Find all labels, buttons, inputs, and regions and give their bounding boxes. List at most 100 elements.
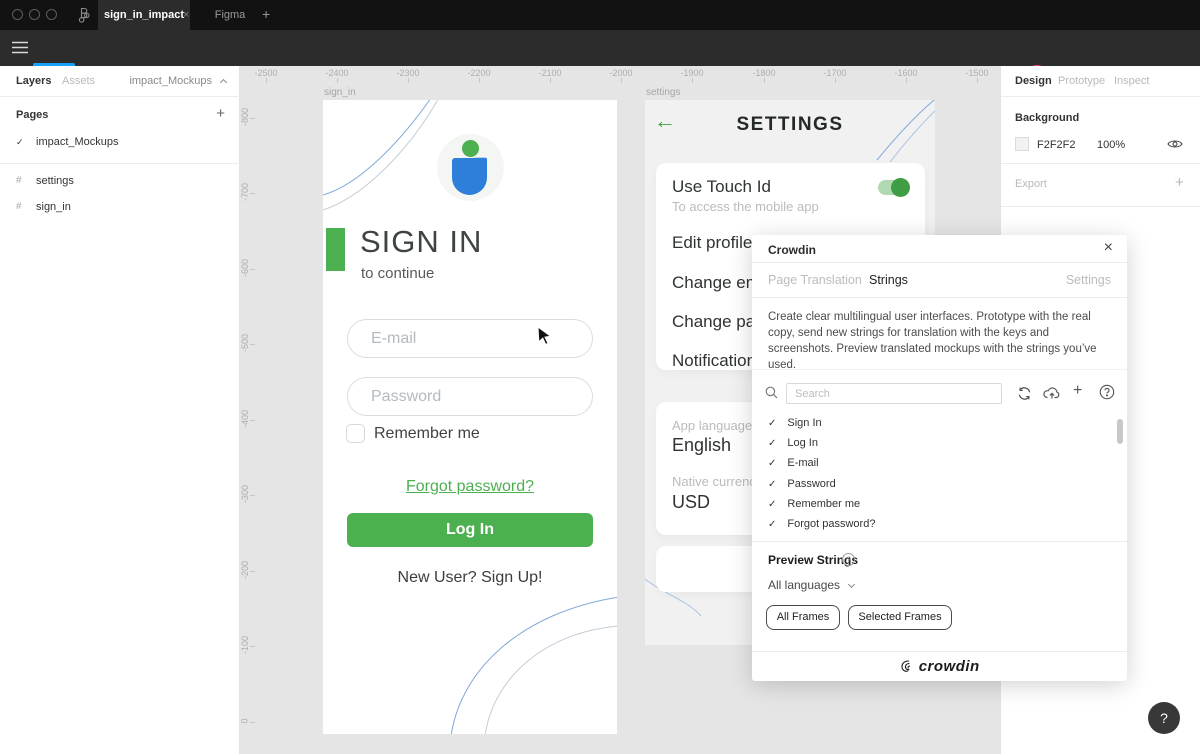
layer-name: settings [36,175,74,187]
document-tab[interactable]: sign_in_impact [98,0,190,30]
help-icon[interactable] [1099,384,1115,405]
forgot-password-link[interactable]: Forgot password? [323,478,617,496]
string-row[interactable]: ✓Remember me [768,498,860,510]
tab-strings[interactable]: Strings [869,273,908,287]
figma-home-tab[interactable]: Figma [200,0,260,30]
app-logo [437,134,504,201]
check-icon: ✓ [768,479,776,490]
help-button[interactable]: ? [1148,702,1180,734]
tab-design[interactable]: Design [1015,75,1052,87]
string-row[interactable]: ✓ Password [768,478,836,490]
window-close-button[interactable] [12,9,23,20]
string-label: Forgot password? [787,518,875,530]
divider [1001,163,1200,164]
toolbar: T Crowdin Design Plugins / sign_in_impac… [0,30,1200,66]
tab-page-translation[interactable]: Page Translation [768,273,862,287]
preview-help-icon[interactable]: ? [842,553,855,566]
window-tab-bar: sign_in_impact × Figma + [0,0,1200,30]
plugin-title: Crowdin [768,243,816,257]
upload-cloud-icon[interactable] [1043,386,1061,405]
all-frames-button[interactable]: All Frames [766,605,840,630]
string-label: Sign In [787,417,821,429]
divider [1001,206,1200,207]
search-icon [765,386,778,404]
tab-prototype[interactable]: Prototype [1058,75,1105,87]
remember-me-label: Remember me [374,425,480,443]
layer-row-sign-in[interactable]: # sign_in [0,200,240,218]
currency-value[interactable]: USD [672,492,710,513]
add-page-button[interactable]: + [216,105,225,122]
background-opacity-value[interactable]: 100% [1097,139,1125,151]
page-name: impact_Mockups [36,136,119,148]
dropdown-chevron-icon [848,581,855,588]
menu-item-edit-profile[interactable]: Edit profile [672,233,752,253]
search-input[interactable] [786,383,1002,404]
background-color-swatch[interactable] [1015,137,1029,151]
figma-app: sign_in_impact × Figma + [0,0,1200,754]
new-tab-button[interactable]: + [262,6,270,22]
sign-in-subtitle: to continue [361,265,434,282]
layers-panel-header: Layers Assets impact_Mockups [0,66,240,97]
frame-icon: # [16,175,22,186]
sync-icon[interactable] [1017,386,1032,406]
tab-assets[interactable]: Assets [62,75,95,87]
check-icon: ✓ [768,519,776,530]
selected-frames-button[interactable]: Selected Frames [848,605,952,630]
password-field[interactable]: Password [347,377,593,416]
string-label: Password [787,478,835,490]
divider [752,369,1127,370]
sign-up-text[interactable]: New User? Sign Up! [323,569,617,587]
background-hex-value[interactable]: F2F2F2 [1037,139,1076,151]
window-minimize-button[interactable] [29,9,40,20]
menu-item-notifications[interactable]: Notifications [672,351,765,371]
page-check-icon: ✓ [16,137,24,148]
crowdin-logo-text: crowdin [919,658,980,675]
tab-inspect[interactable]: Inspect [1114,75,1149,87]
touch-id-title: Use Touch Id [672,177,771,197]
touch-id-toggle[interactable] [878,180,908,195]
string-row[interactable]: ✓ Forgot password? [768,518,875,530]
layer-row-settings[interactable]: # settings [0,174,240,192]
scrollbar-thumb[interactable] [1117,419,1123,444]
sign-in-frame[interactable]: SIGN IN to continue E-mail Password Reme… [323,100,617,734]
toggle-knob [891,178,910,197]
currency-label: Native currency [672,474,762,489]
page-selector[interactable]: impact_Mockups [129,75,212,87]
visibility-eye-icon[interactable] [1167,137,1183,155]
sign-in-title: SIGN IN [360,224,482,260]
pages-title: Pages [16,109,48,121]
add-export-button[interactable]: + [1175,174,1184,191]
properties-tabs: Design Prototype Inspect [1001,66,1200,97]
logo-drop [452,158,487,195]
app-language-value[interactable]: English [672,435,731,456]
add-string-button[interactable]: + [1073,382,1082,400]
frame-title-settings[interactable]: settings [646,87,680,98]
tab-settings[interactable]: Settings [1066,273,1111,287]
page-selector-chevron-icon[interactable] [220,79,227,86]
log-in-button[interactable]: Log In [347,513,593,547]
page-list-item[interactable]: ✓ impact_Mockups [0,135,240,152]
email-field[interactable]: E-mail [347,319,593,358]
language-filter-dropdown[interactable]: All languages [768,578,854,592]
remember-me-checkbox[interactable] [346,424,365,443]
string-row[interactable]: ✓E-mail [768,457,819,469]
app-language-label: App language [672,418,752,433]
close-icon[interactable]: × [1104,239,1113,257]
language-filter-value: All languages [768,578,840,592]
plugin-footer: crowdin [752,651,1127,681]
frame-title-sign-in[interactable]: sign_in [324,87,356,98]
crowdin-plugin-modal: Crowdin × Page Translation Strings Setti… [752,235,1127,681]
settings-title: SETTINGS [645,114,935,136]
string-label: E-mail [787,457,818,469]
logo-dot [462,140,479,157]
tab-close-icon[interactable]: × [183,9,189,21]
plugin-tabs: Page Translation Strings Settings [752,263,1127,298]
window-zoom-button[interactable] [46,9,57,20]
crowdin-logo: crowdin [752,658,1127,676]
figma-home-tab-label: Figma [215,9,246,21]
main-menu-icon[interactable] [12,41,28,59]
string-row[interactable]: ✓Log In [768,437,818,449]
string-row[interactable]: ✓ Sign In [768,417,822,429]
check-icon: ✓ [768,418,776,429]
tab-layers[interactable]: Layers [16,75,51,87]
